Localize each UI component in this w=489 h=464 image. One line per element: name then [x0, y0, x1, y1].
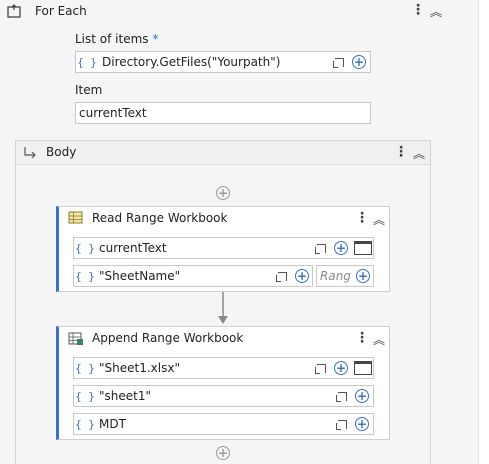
canvas-edge	[478, 0, 489, 464]
excel-read-icon	[68, 211, 83, 224]
add-variable-icon[interactable]: +	[295, 269, 309, 283]
read-range-range-field[interactable]: Rang +	[316, 265, 374, 287]
foreach-header[interactable]: For Each ⋮ ︽	[0, 0, 448, 22]
read-range-more-icon[interactable]: ⋮	[355, 211, 369, 225]
browse-folder-icon[interactable]	[354, 361, 372, 375]
append-range-path-value[interactable]: "Sheet1.xlsx"	[96, 361, 314, 375]
item-field[interactable]: currentText	[75, 102, 371, 124]
read-range-title: Read Range Workbook	[92, 211, 228, 225]
read-range-path-field[interactable]: { } currentText +	[73, 237, 374, 259]
expand-editor-icon[interactable]	[314, 361, 328, 375]
expand-editor-icon[interactable]	[314, 241, 328, 255]
foreach-collapse-icon[interactable]: ︽	[430, 3, 442, 20]
add-activity-icon[interactable]: +	[216, 186, 230, 200]
expand-editor-icon[interactable]	[335, 417, 349, 431]
expand-editor-icon[interactable]	[275, 269, 289, 283]
append-range-sheet-value[interactable]: "sheet1"	[96, 389, 335, 403]
list-of-items-label-text: List of items	[75, 32, 149, 46]
foreach-more-icon[interactable]: ⋮	[411, 3, 425, 17]
foreach-icon	[7, 4, 21, 18]
foreach-title: For Each	[35, 4, 87, 18]
append-range-data-value[interactable]: MDT	[96, 417, 335, 431]
expression-icon: { }	[77, 55, 97, 69]
append-range-sheet-field[interactable]: { } "sheet1" +	[73, 385, 374, 407]
append-range-data-field[interactable]: { } MDT +	[73, 413, 374, 435]
append-range-more-icon[interactable]: ⋮	[355, 331, 369, 345]
list-of-items-label: List of items *	[75, 32, 158, 46]
expand-editor-icon[interactable]	[332, 55, 346, 69]
add-variable-icon[interactable]: +	[355, 417, 369, 431]
body-header[interactable]: Body ⋮ ︽	[16, 141, 430, 165]
read-range-sheet-value[interactable]: "SheetName"	[96, 269, 275, 283]
add-variable-icon[interactable]: +	[334, 241, 348, 255]
browse-folder-icon[interactable]	[354, 241, 372, 255]
item-label: Item	[75, 83, 103, 97]
add-variable-icon[interactable]: +	[355, 389, 369, 403]
list-of-items-field[interactable]: { } Directory.GetFiles("Yourpath") +	[75, 51, 371, 73]
add-variable-icon[interactable]: +	[334, 361, 348, 375]
excel-append-icon	[68, 332, 83, 345]
body-collapse-icon[interactable]: ︽	[413, 145, 425, 162]
list-of-items-value[interactable]: Directory.GetFiles("Yourpath")	[98, 55, 332, 69]
required-mark: *	[152, 32, 159, 46]
add-variable-icon[interactable]: +	[352, 55, 366, 69]
read-range-range-placeholder[interactable]: Rang	[317, 269, 356, 283]
body-arrow-icon	[24, 147, 36, 159]
expression-icon: { }	[75, 389, 95, 403]
read-range-path-value[interactable]: currentText	[96, 241, 314, 255]
expression-icon: { }	[75, 417, 95, 431]
expression-icon: { }	[75, 361, 95, 375]
flow-connector-arrow	[218, 292, 228, 324]
add-variable-icon[interactable]: +	[356, 269, 370, 283]
item-value[interactable]: currentText	[76, 106, 370, 120]
read-range-sheet-field[interactable]: { } "SheetName" +	[73, 265, 313, 287]
append-range-collapse-icon[interactable]: ︽	[373, 331, 385, 348]
expression-icon: { }	[75, 241, 95, 255]
add-activity-icon[interactable]: +	[216, 446, 230, 460]
expand-editor-icon[interactable]	[335, 389, 349, 403]
expression-icon: { }	[75, 269, 95, 283]
append-range-title: Append Range Workbook	[92, 331, 244, 345]
append-range-card[interactable]: Append Range Workbook ⋮ ︽ { } "Sheet1.xl…	[56, 326, 390, 440]
body-title: Body	[46, 145, 77, 159]
body-more-icon[interactable]: ⋮	[394, 145, 408, 159]
read-range-card[interactable]: Read Range Workbook ⋮ ︽ { } currentText …	[56, 206, 390, 292]
read-range-collapse-icon[interactable]: ︽	[373, 211, 385, 228]
append-range-path-field[interactable]: { } "Sheet1.xlsx" +	[73, 357, 374, 379]
